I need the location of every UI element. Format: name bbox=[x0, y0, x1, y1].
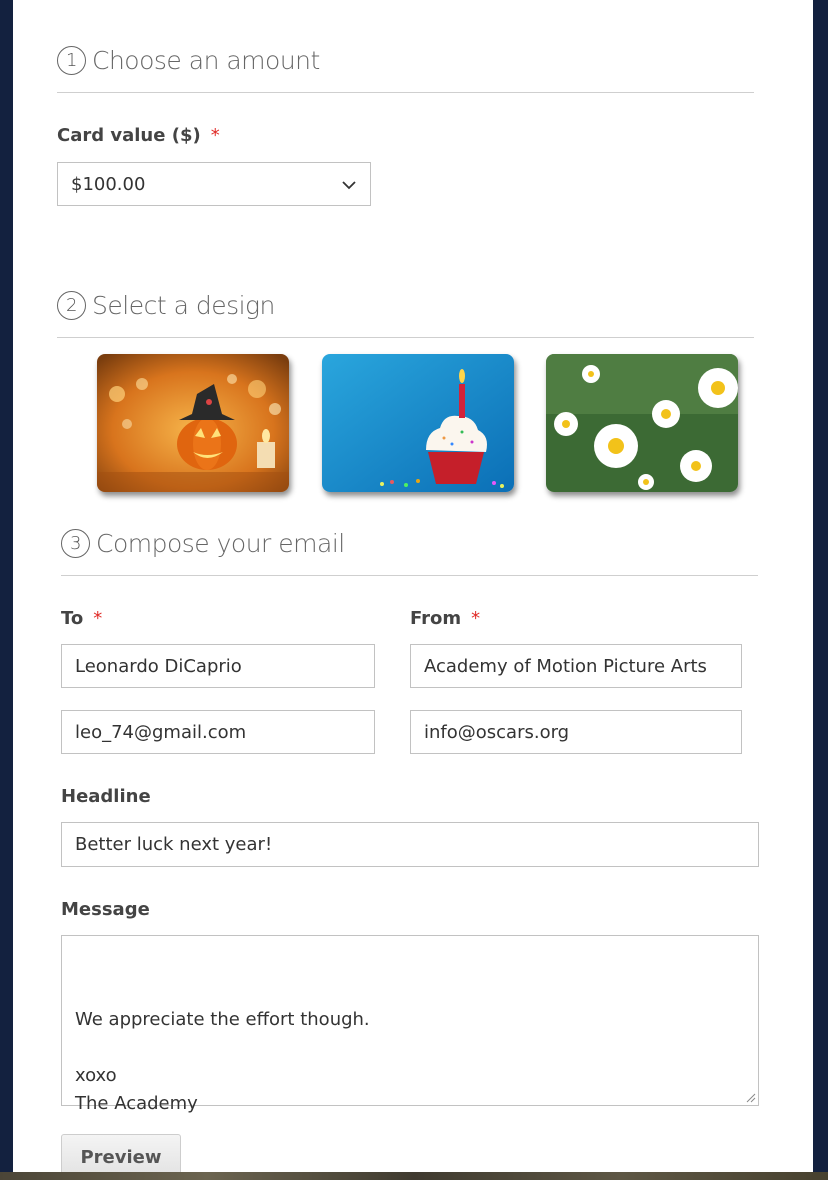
card-value-select[interactable]: $100.00 bbox=[57, 162, 371, 206]
resize-grip-icon[interactable] bbox=[744, 1091, 756, 1103]
from-label: From * bbox=[410, 608, 480, 629]
message-label: Message bbox=[61, 899, 150, 920]
recipient-email-input[interactable]: leo_74@gmail.com bbox=[61, 710, 375, 754]
halloween-card-image[interactable] bbox=[97, 354, 289, 492]
step-number-3: 3 bbox=[61, 529, 90, 558]
recipient-name-input[interactable]: Leonardo DiCaprio bbox=[61, 644, 375, 688]
section-divider bbox=[57, 337, 754, 338]
birthday-card-art bbox=[322, 354, 514, 492]
headline-input[interactable]: Better luck next year! bbox=[61, 822, 759, 867]
daisy-flowers-card-image[interactable] bbox=[546, 354, 738, 492]
section-title: Select a design bbox=[92, 291, 275, 320]
chevron-down-icon bbox=[342, 181, 356, 190]
section-compose-email-header: 3 Compose your email bbox=[61, 529, 345, 558]
halloween-card-art bbox=[97, 354, 289, 492]
sender-email-input[interactable]: info@oscars.org bbox=[410, 710, 742, 754]
required-mark: * bbox=[93, 608, 103, 629]
section-title: Choose an amount bbox=[92, 46, 320, 75]
message-text: We appreciate the effort though. xoxo Th… bbox=[75, 1009, 370, 1114]
to-label: To * bbox=[61, 608, 102, 629]
section-divider bbox=[61, 575, 758, 576]
headline-label: Headline bbox=[61, 786, 151, 807]
step-number-2: 2 bbox=[57, 291, 86, 320]
card-value-label: Card value ($) * bbox=[57, 125, 220, 146]
background-strip bbox=[0, 1172, 828, 1180]
section-divider bbox=[57, 92, 754, 93]
preview-button[interactable]: Preview bbox=[61, 1134, 181, 1172]
card-value-label-text: Card value ($) bbox=[57, 125, 201, 146]
to-label-text: To bbox=[61, 608, 84, 629]
sender-name-input[interactable]: Academy of Motion Picture Arts bbox=[410, 644, 742, 688]
required-mark: * bbox=[210, 125, 220, 146]
message-textarea[interactable]: We appreciate the effort though. xoxo Th… bbox=[61, 935, 759, 1114]
section-choose-amount-header: 1 Choose an amount bbox=[57, 46, 320, 75]
daisy-card-art bbox=[546, 354, 738, 492]
required-mark: * bbox=[471, 608, 481, 629]
step-number-1: 1 bbox=[57, 46, 86, 75]
card-value-selected: $100.00 bbox=[71, 173, 146, 195]
section-select-design-header: 2 Select a design bbox=[57, 291, 275, 320]
section-title: Compose your email bbox=[96, 529, 345, 558]
gift-card-form-panel: 1 Choose an amount Card value ($) * $100.… bbox=[13, 0, 813, 1172]
from-label-text: From bbox=[410, 608, 462, 629]
birthday-cupcake-card-image[interactable] bbox=[322, 354, 514, 492]
